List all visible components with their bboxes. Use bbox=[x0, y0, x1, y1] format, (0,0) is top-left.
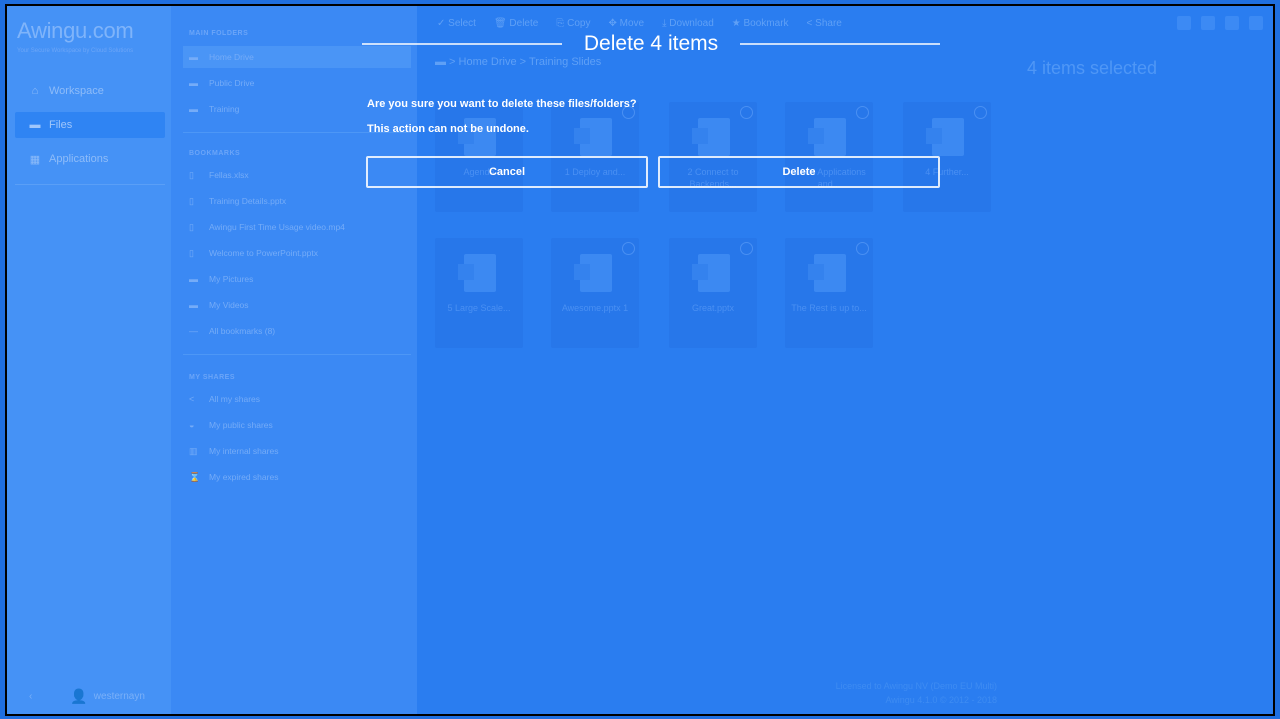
bookmark-label: Training Details.pptx bbox=[209, 196, 287, 206]
bookmark-label: My Videos bbox=[209, 300, 249, 310]
version-text: Awingu 4.1.0 © 2012 - 2018 bbox=[885, 695, 997, 705]
nav-item-files[interactable]: ▬ Files bbox=[15, 112, 165, 138]
file-icon: ▯ bbox=[189, 221, 194, 232]
app-window: Awingu.com Your Secure Workspace by Clou… bbox=[5, 4, 1275, 716]
dash-icon: — bbox=[189, 326, 198, 336]
pptx-file-icon bbox=[692, 254, 730, 292]
divider bbox=[740, 43, 941, 45]
file-icon: ▯ bbox=[189, 169, 194, 180]
folder-icon: ▬ bbox=[189, 300, 198, 310]
share-item[interactable]: ▥ My internal shares bbox=[183, 440, 411, 462]
folder-icon: ▬ bbox=[189, 104, 198, 114]
left-nav: Awingu.com Your Secure Workspace by Clou… bbox=[7, 6, 171, 714]
dialog-title: Delete 4 items bbox=[583, 32, 719, 55]
bookmark-item[interactable]: ▬ My Pictures bbox=[183, 268, 411, 290]
section-header-bookmarks: BOOKMARKS bbox=[189, 150, 241, 157]
nav-item-label: Files bbox=[49, 119, 73, 131]
dialog-warning: This action can not be undone. bbox=[367, 123, 529, 135]
hourglass-icon: ⌛ bbox=[189, 471, 201, 482]
delete-button[interactable]: Delete bbox=[658, 156, 940, 188]
file-icon: ▯ bbox=[189, 247, 194, 258]
share-item[interactable]: ⌛ My expired shares bbox=[183, 466, 411, 488]
file-icon: ▯ bbox=[189, 195, 194, 206]
folder-icon: ▬ bbox=[189, 274, 198, 284]
cancel-button[interactable]: Cancel bbox=[366, 156, 648, 188]
globe-icon: ◒ bbox=[189, 420, 195, 430]
list-view-icon[interactable] bbox=[1225, 16, 1239, 30]
file-tile[interactable]: Great.pptx bbox=[669, 238, 757, 348]
pptx-file-icon bbox=[574, 254, 612, 292]
info-icon[interactable] bbox=[1249, 16, 1263, 30]
file-name: Great.pptx bbox=[691, 303, 735, 313]
share-label: My expired shares bbox=[209, 472, 279, 482]
bookmark-label: Welcome to PowerPoint.pptx bbox=[209, 248, 318, 258]
bookmark-label: All bookmarks (8) bbox=[209, 326, 276, 336]
dialog-message: Are you sure you want to delete these fi… bbox=[367, 98, 637, 110]
share-label: My internal shares bbox=[209, 446, 279, 456]
file-name: Awesome.pptx 1 bbox=[561, 303, 629, 313]
pptx-file-icon bbox=[808, 254, 846, 292]
divider bbox=[15, 184, 165, 185]
folder-icon: ▬ bbox=[189, 78, 198, 88]
grid-view-icon[interactable] bbox=[1201, 16, 1215, 30]
bookmark-label: Fellas.xlsx bbox=[209, 170, 249, 180]
search-icon[interactable] bbox=[1177, 16, 1191, 30]
divider bbox=[183, 354, 411, 355]
selection-count: 4 items selected bbox=[1027, 58, 1158, 78]
pptx-file-icon bbox=[458, 254, 496, 292]
check-circle-icon[interactable] bbox=[974, 106, 987, 119]
share-label: All my shares bbox=[209, 394, 261, 404]
check-circle-icon[interactable] bbox=[740, 242, 753, 255]
bookmark-label: Awingu First Time Usage video.mp4 bbox=[209, 222, 345, 232]
check-circle-icon[interactable] bbox=[856, 242, 869, 255]
nav-item-label: Workspace bbox=[49, 85, 104, 97]
folder-label: Training bbox=[209, 104, 240, 114]
file-name: The Rest is up to... bbox=[791, 303, 867, 313]
license-text: Licensed to Awingu NV (Demo EU Multi) bbox=[835, 681, 997, 691]
logo: Awingu.com bbox=[17, 18, 134, 43]
nav-item-applications[interactable]: ▦ Applications bbox=[15, 146, 165, 172]
check-circle-icon[interactable] bbox=[622, 242, 635, 255]
file-name: 5 Large Scale... bbox=[447, 303, 511, 313]
file-tile[interactable]: The Rest is up to... bbox=[785, 238, 873, 348]
grid-icon: ▦ bbox=[29, 153, 41, 166]
share-item[interactable]: ◒ My public shares bbox=[183, 414, 411, 436]
file-tile[interactable]: Awesome.pptx 1 bbox=[551, 238, 639, 348]
file-tile[interactable]: 5 Large Scale... bbox=[435, 238, 523, 348]
share-icon: < bbox=[189, 394, 195, 404]
section-header-my-shares: MY SHARES bbox=[189, 374, 235, 381]
nav-item-label: Applications bbox=[49, 153, 109, 165]
divider bbox=[362, 43, 562, 45]
nav-item-workspace[interactable]: ⌂ Workspace bbox=[15, 78, 165, 104]
share-item[interactable]: < All my shares bbox=[183, 388, 411, 410]
folder-icon: ▬ bbox=[189, 52, 198, 62]
bookmark-item[interactable]: ▯ Welcome to PowerPoint.pptx bbox=[183, 242, 411, 264]
bookmark-item[interactable]: ▬ My Videos bbox=[183, 294, 411, 316]
home-icon: ⌂ bbox=[31, 85, 39, 97]
view-controls bbox=[1177, 16, 1263, 30]
building-icon: ▥ bbox=[189, 445, 198, 456]
delete-dialog: Delete 4 items Are you sure you want to … bbox=[362, 22, 941, 202]
folder-label: Public Drive bbox=[209, 78, 255, 88]
folder-icon: ▬ bbox=[29, 119, 41, 131]
dialog-header: Delete 4 items bbox=[362, 22, 941, 66]
bookmark-label: My Pictures bbox=[209, 274, 254, 284]
folder-label: Home Drive bbox=[209, 52, 254, 62]
logo-subtitle: Your Secure Workspace by Cloud Solutions bbox=[17, 48, 134, 54]
bookmark-item-all[interactable]: — All bookmarks (8) bbox=[183, 320, 411, 342]
section-header-main-folders: MAIN FOLDERS bbox=[189, 30, 249, 37]
share-label: My public shares bbox=[209, 420, 273, 430]
bookmark-item[interactable]: ▯ Awingu First Time Usage video.mp4 bbox=[183, 216, 411, 238]
